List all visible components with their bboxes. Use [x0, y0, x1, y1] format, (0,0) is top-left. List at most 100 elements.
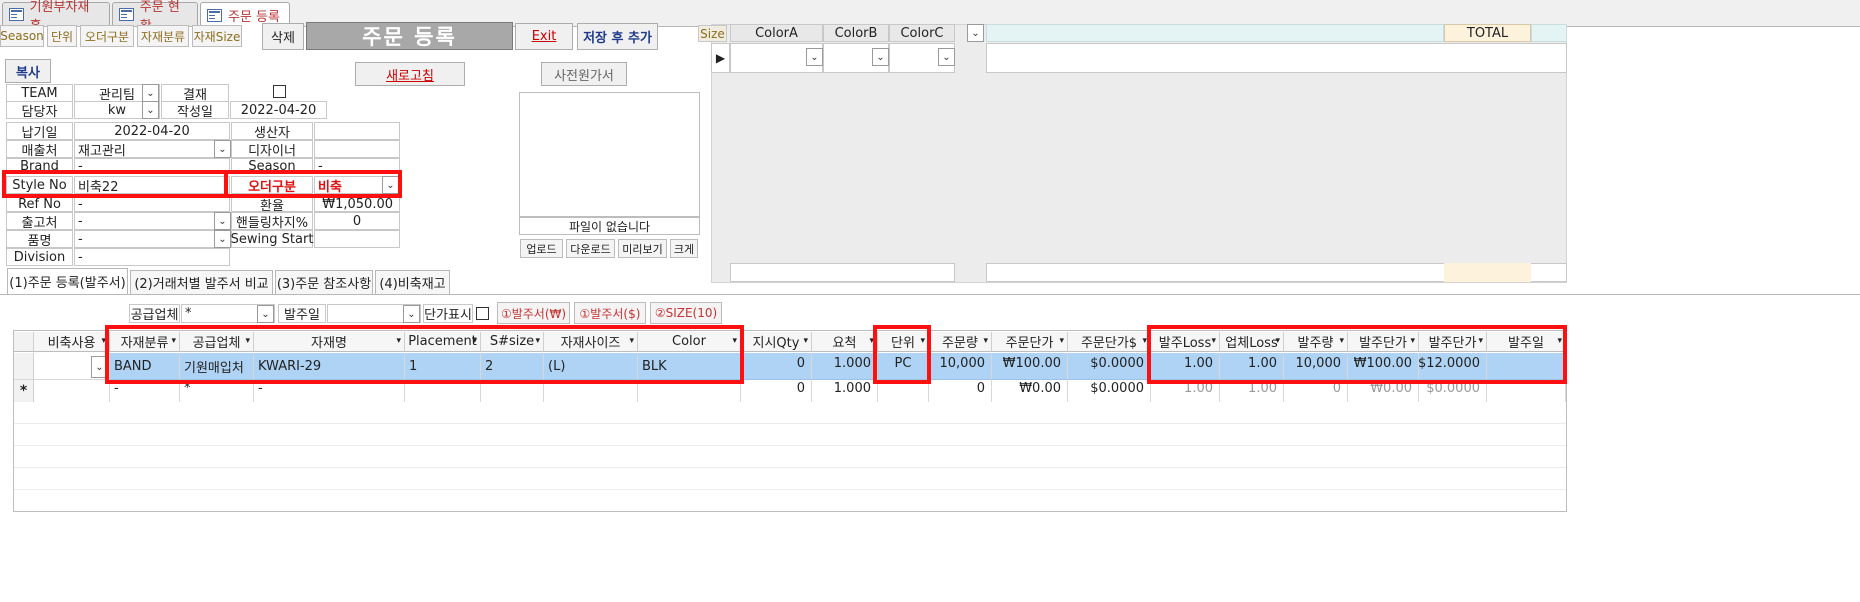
col-order-price[interactable]: 주문단가 ▾ [992, 332, 1068, 352]
delete-button[interactable]: 삭제 [262, 23, 304, 50]
cost-sheet-button[interactable]: 사전원가서 [541, 62, 627, 86]
chevron-down-icon[interactable]: ⌄ [403, 305, 420, 323]
table-cell[interactable]: * [180, 380, 254, 402]
size-qty-row[interactable] [986, 43, 1567, 73]
table-cell[interactable]: ₩0.00 [1348, 380, 1419, 402]
material-category-button[interactable]: 자재분류 [137, 25, 189, 47]
table-cell[interactable]: 0 [929, 380, 992, 402]
style-no-field[interactable]: 비축22 [74, 176, 230, 194]
table-cell[interactable]: KWARI-29 [254, 353, 405, 380]
table-cell[interactable]: ₩100.00 [1348, 353, 1419, 380]
division-field[interactable]: - [74, 248, 230, 266]
due-date-field[interactable]: 2022-04-20 [74, 122, 230, 140]
seller-field[interactable]: 재고관리 [74, 140, 230, 158]
chevron-down-icon[interactable]: ⌄ [806, 48, 823, 66]
enlarge-button[interactable]: 크게 [670, 239, 698, 258]
table-cell[interactable]: $0.0000 [1068, 380, 1151, 402]
col-po-qty[interactable]: 발주량 ▾ [1284, 332, 1348, 352]
table-cell[interactable]: 1 [405, 353, 481, 380]
po-krw-button[interactable]: ①발주서(₩) [497, 302, 570, 324]
chevron-down-icon[interactable]: ⌄ [967, 24, 984, 42]
unit-button[interactable]: 단위 [47, 25, 77, 47]
tab-order-status[interactable]: 주문 현황 [112, 0, 198, 34]
col-po-loss[interactable]: 발주Loss ▾ [1151, 332, 1220, 352]
col-order-qty[interactable]: 주문량 ▾ [929, 332, 992, 352]
chevron-down-icon[interactable]: ⌄ [214, 212, 231, 230]
chevron-down-icon[interactable]: ⌄ [872, 48, 889, 66]
table-cell[interactable] [405, 380, 481, 402]
tab-home[interactable]: 기원부자재 홈 [2, 0, 110, 34]
ref-no-field[interactable]: - [74, 196, 230, 212]
season-field[interactable]: - [314, 158, 400, 174]
col-instruction-qty[interactable]: 지시Qty ▾ [741, 332, 812, 352]
col-s-size[interactable]: S#size ▾ [481, 332, 544, 352]
chevron-down-icon[interactable]: ⌄ [214, 230, 231, 248]
col-placement[interactable]: Placement ▾ [405, 332, 481, 352]
table-cell[interactable]: 10,000 [1284, 353, 1348, 380]
table-cell[interactable] [34, 380, 110, 402]
po-usd-button[interactable]: ①발주서($) [574, 302, 646, 324]
chevron-down-icon[interactable]: ⌄ [938, 48, 955, 66]
tab-supplier-po-compare[interactable]: (2)거래처별 발주서 비교 [130, 270, 273, 294]
new-record-marker[interactable]: * [14, 380, 34, 402]
table-cell[interactable]: 1.00 [1151, 380, 1220, 402]
tab-order-entry-po[interactable]: (1)주문 등록(발주서) [7, 268, 128, 294]
table-cell[interactable]: 0 [1284, 380, 1348, 402]
handling-charge-field[interactable]: 0 [314, 212, 400, 230]
table-cell[interactable]: ₩0.00 [992, 380, 1068, 402]
item-name-field[interactable]: - [74, 230, 230, 248]
record-selector-arrow-icon[interactable]: ▶ [711, 43, 730, 73]
table-cell[interactable]: 0 [741, 353, 812, 380]
size-report-button[interactable]: ②SIZE(10) [650, 302, 722, 324]
preview-button[interactable]: 미리보기 [618, 239, 667, 258]
save-and-add-button[interactable]: 저장 후 추가 [577, 23, 658, 50]
table-cell[interactable] [638, 380, 741, 402]
col-po-date[interactable]: 발주일 ▾ [1487, 332, 1566, 352]
table-cell[interactable]: PC [878, 353, 929, 380]
created-date-field[interactable]: 2022-04-20 [230, 101, 327, 119]
col-reserve-use[interactable]: 비축사용 ▾ [34, 332, 110, 352]
price-display-checkbox[interactable] [476, 307, 489, 320]
col-po-price-usd[interactable]: 발주단가 ▾ [1419, 332, 1487, 352]
copy-button[interactable]: 복사 [5, 59, 51, 83]
col-unit[interactable]: 단위 ▾ [878, 332, 929, 352]
table-cell[interactable] [1487, 353, 1566, 380]
chevron-down-icon[interactable]: ⌄ [142, 101, 159, 119]
tab-reserve-stock[interactable]: (4)비축재고 [375, 270, 450, 294]
col-vendor-loss[interactable]: 업체Loss ▾ [1220, 332, 1284, 352]
col-material-name[interactable]: 자재명 ▾ [254, 332, 405, 352]
exit-button[interactable]: Exit [515, 23, 573, 50]
table-cell[interactable]: 1.000 [812, 353, 878, 380]
table-cell[interactable]: 1.000 [812, 380, 878, 402]
table-cell[interactable]: 2 [481, 353, 544, 380]
table-cell[interactable]: BLK [638, 353, 741, 380]
row-selector[interactable] [14, 353, 34, 380]
col-order-price-usd[interactable]: 주문단가$ ▾ [1068, 332, 1151, 352]
table-cell[interactable] [1487, 380, 1566, 402]
chevron-down-icon[interactable]: ⌄ [382, 176, 399, 194]
col-material-size[interactable]: 자재사이즈 ▾ [544, 332, 638, 352]
table-cell[interactable]: (L) [544, 353, 638, 380]
table-cell[interactable]: $12.0000 [1419, 353, 1487, 380]
refresh-button[interactable]: 새로고침 [355, 62, 465, 86]
chevron-down-icon[interactable]: ⌄ [257, 305, 274, 323]
order-type-button[interactable]: 오더구분 [80, 25, 134, 47]
table-cell[interactable]: 1.00 [1220, 353, 1284, 380]
table-cell[interactable] [878, 380, 929, 402]
chevron-down-icon[interactable]: ⌄ [91, 356, 108, 378]
table-cell[interactable]: $0.0000 [1068, 353, 1151, 380]
season-button[interactable]: Season [0, 25, 44, 47]
table-cell[interactable]: 0 [741, 380, 812, 402]
grid-corner[interactable] [14, 332, 34, 352]
table-cell[interactable]: BAND [110, 353, 180, 380]
col-material-category[interactable]: 자재분류 ▾ [110, 332, 180, 352]
tab-order-notes[interactable]: (3)주문 참조사항 [275, 270, 373, 294]
brand-field[interactable]: - [74, 158, 230, 174]
table-cell[interactable]: 10,000 [929, 353, 992, 380]
exchange-rate-field[interactable]: ₩1,050.00 [314, 196, 400, 212]
sewing-start-field[interactable] [314, 230, 400, 248]
table-cell[interactable]: ₩100.00 [992, 353, 1068, 380]
table-cell[interactable]: $0.0000 [1419, 380, 1487, 402]
warehouse-field[interactable]: - [74, 212, 230, 230]
col-supplier[interactable]: 공급업체 ▾ [180, 332, 254, 352]
